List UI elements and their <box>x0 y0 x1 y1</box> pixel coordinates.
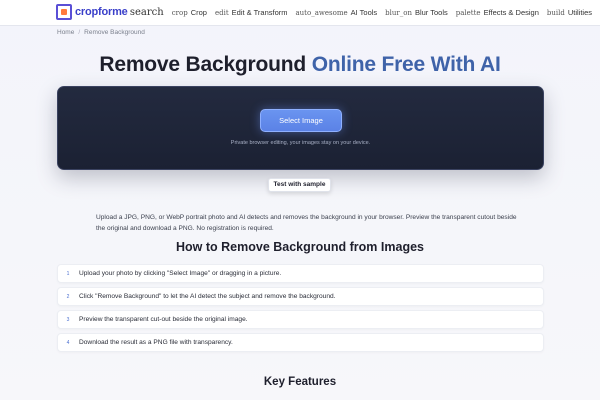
step-item: 4 Download the result as a PNG file with… <box>57 333 544 352</box>
build-icon: build <box>546 9 565 17</box>
crop-frame-logo-icon <box>56 4 72 20</box>
how-to-steps: 1 Upload your photo by clicking "Select … <box>57 264 544 356</box>
tool-description: Upload a JPG, PNG, or WebP portrait phot… <box>96 214 517 232</box>
top-navbar: cropforme search crop Crop edit Edit & T… <box>0 0 600 26</box>
palette-icon: palette <box>455 9 481 17</box>
nav-label: Blur Tools <box>414 8 448 17</box>
step-text: Preview the transparent cut-out beside t… <box>79 316 248 323</box>
nav-item-blur-tools[interactable]: blur_on Blur Tools <box>385 8 448 17</box>
search-icon[interactable]: search <box>130 7 164 18</box>
nav-label: Utilities <box>567 8 592 17</box>
step-text: Download the result as a PNG file with t… <box>79 339 233 346</box>
nav-label: Effects & Design <box>483 8 539 17</box>
step-number: 2 <box>66 293 70 300</box>
step-item: 1 Upload your photo by clicking "Select … <box>57 264 544 283</box>
privacy-note: Private browser editing, your images sta… <box>230 140 371 146</box>
nav-label: Edit & Transform <box>231 8 288 17</box>
auto-awesome-icon: auto_awesome <box>295 9 348 17</box>
page-title-part1: Remove Background <box>99 53 307 76</box>
page-title: Remove Background Online Free With AI <box>0 53 600 77</box>
brand-logo[interactable]: cropforme <box>56 4 128 20</box>
step-text: Upload your photo by clicking "Select Im… <box>79 270 282 277</box>
page-title-part2: Online Free With AI <box>311 53 501 76</box>
key-features-heading: Key Features <box>263 376 337 388</box>
breadcrumb: Home / Remove Background <box>57 29 145 36</box>
test-with-sample-button[interactable]: Test with sample <box>268 178 331 192</box>
nav-label: AI Tools <box>350 8 378 17</box>
nav-item-utilities[interactable]: build Utilities <box>547 8 592 17</box>
nav-label: Crop <box>190 8 207 17</box>
step-number: 1 <box>66 270 70 277</box>
nav-item-crop[interactable]: crop Crop <box>172 8 207 17</box>
nav-links: search crop Crop edit Edit & Transform a… <box>130 7 592 18</box>
upload-dropzone[interactable]: Select Image Private browser editing, yo… <box>57 86 544 170</box>
step-number: 3 <box>66 316 70 323</box>
how-to-heading: How to Remove Background from Images <box>176 240 424 254</box>
nav-item-effects-design[interactable]: palette Effects & Design <box>456 8 539 17</box>
step-item: 3 Preview the transparent cut-out beside… <box>57 310 544 329</box>
nav-item-ai-tools[interactable]: auto_awesome AI Tools <box>296 8 378 17</box>
step-number: 4 <box>66 339 70 346</box>
brand-name: cropforme <box>75 6 128 18</box>
step-text: Click "Remove Background" to let the AI … <box>79 293 336 300</box>
edit-icon: edit <box>214 9 229 17</box>
blur-on-icon: blur_on <box>385 9 412 17</box>
select-image-button[interactable]: Select Image <box>260 109 342 132</box>
step-item: 2 Click "Remove Background" to let the A… <box>57 287 544 306</box>
breadcrumb-current: Remove Background <box>84 29 145 36</box>
crop-icon: crop <box>171 9 188 17</box>
nav-item-edit-transform[interactable]: edit Edit & Transform <box>215 8 288 17</box>
breadcrumb-home-link[interactable]: Home <box>57 29 74 36</box>
breadcrumb-separator: / <box>78 29 81 36</box>
